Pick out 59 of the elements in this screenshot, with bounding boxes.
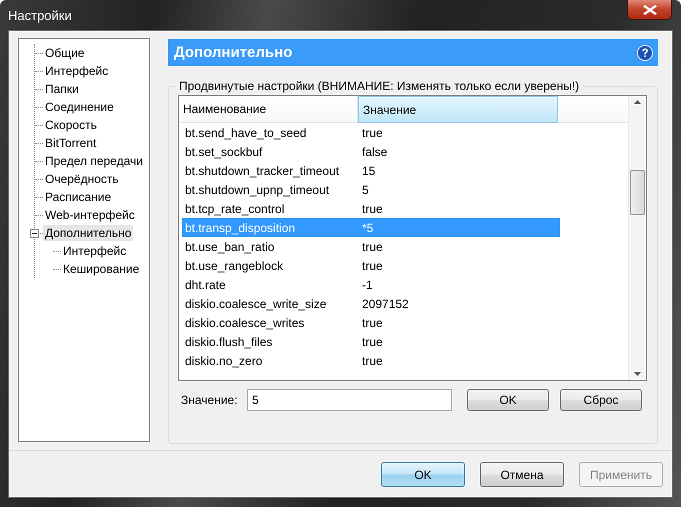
table-cell-text: dht.rate	[184, 278, 227, 292]
tree-item[interactable]: BitTorrent	[43, 135, 98, 151]
close-button[interactable]	[627, 0, 672, 20]
table-cell-text: diskio.no_zero	[184, 354, 264, 368]
table-cell-text: 15	[361, 164, 376, 178]
tree-item[interactable]: Общие	[43, 45, 86, 61]
tree-item[interactable]: Соединение	[43, 99, 116, 115]
value-button[interactable]: Сброс	[560, 389, 642, 411]
table-cell-text: false	[361, 144, 388, 158]
tree-item[interactable]: Web-интерфейс	[43, 207, 137, 223]
section-title: Дополнительно	[174, 44, 292, 61]
table-cell-text: bt.use_ban_ratio	[184, 240, 276, 254]
tree-item[interactable]: Интерфейс	[61, 243, 128, 259]
table-cell-text: bt.use_rangeblock	[184, 258, 284, 272]
table-cell-text: true	[361, 126, 384, 140]
tree-item[interactable]: Дополнительно	[43, 225, 134, 241]
table-cell-text: true	[361, 258, 384, 272]
dialog-button: Применить	[579, 462, 663, 487]
table-cell-text: true	[361, 240, 384, 254]
table-cell-text: true	[361, 202, 384, 216]
table-cell-text: bt.transp_disposition	[184, 220, 296, 234]
group-title: Продвинутые настройки (ВНИМАНИЕ: Изменять только если уверены!)	[175, 79, 584, 93]
table-cell-text: true	[361, 354, 384, 368]
scrollbar[interactable]	[628, 96, 646, 380]
dialog-button[interactable]: OK	[381, 462, 465, 487]
value-button[interactable]: OK	[467, 389, 549, 411]
table-cell-text: bt.send_have_to_seed	[184, 126, 308, 140]
tree-item[interactable]: Кеширование	[61, 261, 142, 277]
value-field[interactable]: 5	[247, 389, 452, 411]
minus-box-icon[interactable]	[30, 229, 39, 238]
table-cell-text: diskio.coalesce_write_size	[184, 296, 328, 310]
help-icon[interactable]	[637, 44, 653, 60]
table-cell-text: true	[361, 334, 384, 348]
table-cell-text: diskio.coalesce_writes	[184, 316, 306, 330]
tree-item[interactable]: Очерёдность	[43, 171, 121, 187]
column-header[interactable]: Наименование	[179, 96, 358, 123]
table-cell-text: true	[361, 316, 384, 330]
dialog-button[interactable]: Отмена	[480, 462, 564, 487]
tree-item[interactable]: Скорость	[43, 117, 99, 133]
value-label: Значение:	[180, 393, 239, 407]
table-cell-text: bt.tcp_rate_control	[184, 202, 286, 216]
tree-item[interactable]: Папки	[43, 81, 81, 97]
window-title: Настройки	[8, 8, 72, 23]
table-cell-text: bt.set_sockbuf	[184, 144, 264, 158]
table-cell-text: diskio.flush_files	[184, 334, 274, 348]
scroll-thumb[interactable]	[630, 170, 645, 215]
table-cell-text: *5	[361, 220, 374, 234]
table-cell-text: bt.shutdown_tracker_timeout	[184, 164, 340, 178]
tree-item[interactable]: Предел передачи	[43, 153, 145, 169]
scroll-up-icon[interactable]	[634, 100, 641, 104]
tree-item[interactable]: Интерфейс	[43, 63, 110, 79]
table-cell-text: -1	[361, 278, 374, 292]
table-cell-text: bt.shutdown_upnp_timeout	[184, 182, 330, 196]
tree-item[interactable]: Расписание	[43, 189, 114, 205]
close-icon	[642, 4, 656, 14]
table-cell-text: 5	[361, 182, 370, 196]
table-cell-text: 2097152	[361, 296, 410, 310]
column-header[interactable]: Значение	[358, 96, 558, 123]
scroll-down-icon[interactable]	[634, 372, 641, 376]
